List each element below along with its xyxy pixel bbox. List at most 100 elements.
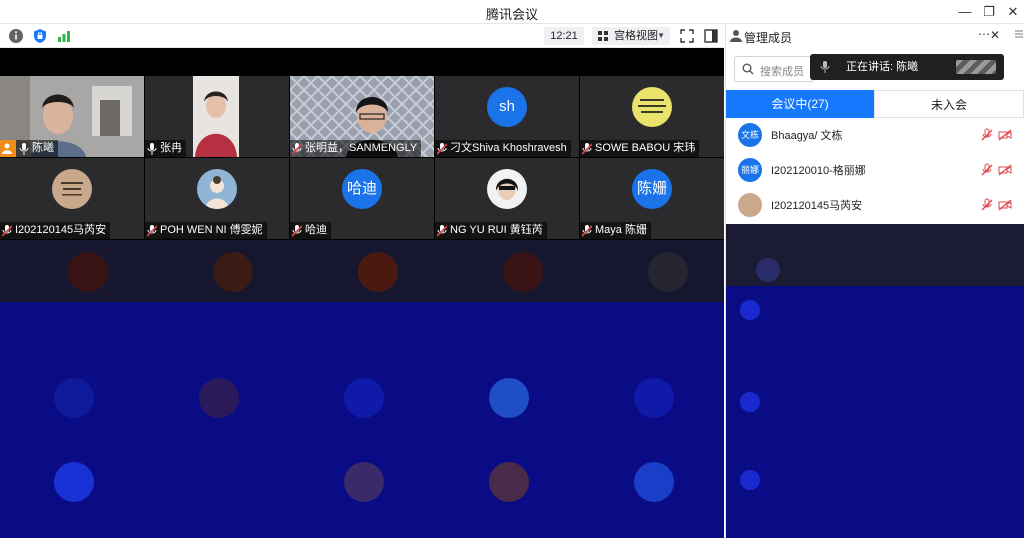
video-tile[interactable]: I202120145马芮安 bbox=[0, 158, 144, 239]
restore-icon[interactable]: ❐ bbox=[977, 2, 1001, 22]
participant-name-bar: I202120145马芮安 bbox=[0, 222, 111, 239]
panel-menu-icon[interactable] bbox=[1014, 24, 1024, 44]
mic-muted-icon[interactable] bbox=[980, 163, 994, 177]
participant-name: Maya 陈姗 bbox=[595, 224, 647, 236]
video-tile[interactable]: 张冉 bbox=[145, 76, 289, 157]
participant-name-bar: 陈曦 bbox=[0, 140, 58, 157]
camera-off-icon[interactable] bbox=[998, 198, 1012, 212]
participant-name: SOWE BABOU 宋玮 bbox=[595, 142, 696, 154]
list-item[interactable]: 文栋 Bhaagya/ 文栋 bbox=[726, 118, 1024, 153]
view-mode-label: 宫格视图 bbox=[614, 30, 658, 42]
mic-muted-icon bbox=[582, 224, 592, 237]
participant-name-bar: 哈迪 bbox=[290, 222, 331, 239]
mic-muted-icon bbox=[582, 142, 592, 155]
grid-view-icon bbox=[598, 31, 608, 41]
user-icon bbox=[730, 30, 742, 42]
glitch-blob bbox=[756, 258, 780, 282]
video-area: 陈曦 张冉 张明益，SANMENGLY sh 刁文Shiva Khoshrave… bbox=[0, 48, 724, 538]
glitch-blob bbox=[344, 378, 384, 418]
member-panel: 管理成员 ⋯ ✕ 搜索成员 正在讲话: 陈曦 会议中(27) 未入会 文栋 Bh… bbox=[725, 24, 1024, 538]
mic-muted-icon bbox=[437, 142, 447, 155]
glitch-blob bbox=[489, 462, 529, 502]
title-bar: 腾讯会议 — ❐ ✕ bbox=[0, 0, 1024, 24]
participant-name-bar: 张冉 bbox=[145, 140, 186, 157]
member-name: I202120145马芮安 bbox=[771, 200, 863, 212]
glitch-blob bbox=[740, 392, 760, 412]
glitch-blob bbox=[344, 462, 384, 502]
camera-off-icon[interactable] bbox=[998, 128, 1012, 142]
participant-name-bar: 刁文Shiva Khoshravesh bbox=[435, 140, 571, 157]
glitch-blob bbox=[634, 378, 674, 418]
video-grid: 陈曦 张冉 张明益，SANMENGLY sh 刁文Shiva Khoshrave… bbox=[0, 76, 724, 240]
glitch-blob bbox=[648, 252, 688, 292]
glitch-blob bbox=[213, 252, 253, 292]
mic-icon bbox=[19, 142, 29, 155]
participant-name-bar: SOWE BABOU 宋玮 bbox=[580, 140, 700, 157]
avatar: 文栋 bbox=[738, 123, 762, 147]
close-icon[interactable]: ✕ bbox=[990, 28, 1000, 42]
glitch-blob bbox=[634, 462, 674, 502]
glitch-blob bbox=[740, 470, 760, 490]
mic-muted-icon bbox=[2, 224, 12, 237]
search-placeholder: 搜索成员 bbox=[760, 66, 804, 78]
video-tile[interactable]: NG YU RUI 黄钰芮 bbox=[435, 158, 579, 239]
more-icon[interactable]: ⋯ bbox=[978, 27, 990, 41]
window-title: 腾讯会议 bbox=[485, 7, 538, 22]
host-icon bbox=[0, 140, 16, 157]
fullscreen-icon[interactable] bbox=[678, 27, 696, 45]
panel-title: 管理成员 bbox=[744, 31, 793, 45]
member-name: Bhaagya/ 文栋 bbox=[771, 130, 843, 142]
glitch-blob bbox=[503, 252, 543, 292]
glitch-blob bbox=[740, 300, 760, 320]
member-name: I202120010-格丽娜 bbox=[771, 165, 866, 177]
speaking-indicator: 正在讲话: 陈曦 bbox=[810, 54, 1004, 80]
video-tile[interactable]: 陈姗 Maya 陈姗 bbox=[580, 158, 724, 239]
avatar bbox=[738, 193, 762, 217]
participant-name: 哈迪 bbox=[305, 224, 327, 236]
camera-off-icon[interactable] bbox=[998, 163, 1012, 177]
participant-name-bar: 张明益，SANMENGLY bbox=[290, 140, 422, 157]
avatar bbox=[632, 87, 672, 127]
search-input[interactable]: 搜索成员 bbox=[734, 56, 814, 82]
avatar bbox=[52, 169, 92, 209]
mic-muted-icon[interactable] bbox=[980, 198, 994, 212]
mic-muted-icon bbox=[292, 224, 302, 237]
participant-name-bar: NG YU RUI 黄钰芮 bbox=[435, 222, 547, 239]
list-item[interactable]: I202120145马芮安 bbox=[726, 188, 1024, 223]
participant-name: 刁文Shiva Khoshravesh bbox=[450, 142, 567, 154]
info-icon[interactable] bbox=[7, 27, 25, 45]
avatar bbox=[197, 169, 237, 209]
blurred-avatar bbox=[956, 60, 996, 74]
video-tile[interactable]: sh 刁文Shiva Khoshravesh bbox=[435, 76, 579, 157]
chevron-down-icon: ▼ bbox=[657, 31, 665, 40]
video-tile[interactable]: POH WEN NI 傅雯妮 bbox=[145, 158, 289, 239]
view-mode-select[interactable]: 宫格视图 ▼ bbox=[592, 27, 670, 45]
tab-in-meeting[interactable]: 会议中(27) bbox=[726, 90, 874, 118]
tab-not-joined[interactable]: 未入会 bbox=[874, 90, 1024, 118]
participant-name: 张冉 bbox=[160, 142, 182, 154]
meeting-timer: 12:21 bbox=[544, 27, 584, 45]
participant-name: 张明益，SANMENGLY bbox=[305, 142, 418, 154]
minimize-icon[interactable]: — bbox=[953, 2, 977, 22]
participant-name: 陈曦 bbox=[32, 142, 54, 154]
participant-name: POH WEN NI 傅雯妮 bbox=[160, 224, 263, 236]
video-tile[interactable]: 张明益，SANMENGLY bbox=[290, 76, 434, 157]
close-icon[interactable]: ✕ bbox=[1001, 2, 1024, 22]
meeting-toolbar: 12:21 宫格视图 ▼ bbox=[0, 24, 724, 48]
glitch-blob bbox=[199, 378, 239, 418]
signal-icon[interactable] bbox=[55, 27, 73, 45]
video-tile[interactable]: SOWE BABOU 宋玮 bbox=[580, 76, 724, 157]
participant-name: I202120145马芮安 bbox=[15, 224, 107, 236]
participant-name: NG YU RUI 黄钰芮 bbox=[450, 224, 543, 236]
mic-muted-icon bbox=[147, 224, 157, 237]
member-tabs: 会议中(27) 未入会 bbox=[726, 90, 1024, 118]
avatar: sh bbox=[487, 87, 527, 127]
list-item[interactable]: 丽娜 I202120010-格丽娜 bbox=[726, 153, 1024, 188]
mic-muted-icon bbox=[292, 142, 302, 155]
video-tile[interactable]: 陈曦 bbox=[0, 76, 144, 157]
mic-muted-icon[interactable] bbox=[980, 128, 994, 142]
glitch-blob bbox=[489, 378, 529, 418]
video-tile[interactable]: 哈迪 哈迪 bbox=[290, 158, 434, 239]
sidebar-toggle-icon[interactable] bbox=[702, 27, 720, 45]
shield-icon[interactable] bbox=[31, 27, 49, 45]
